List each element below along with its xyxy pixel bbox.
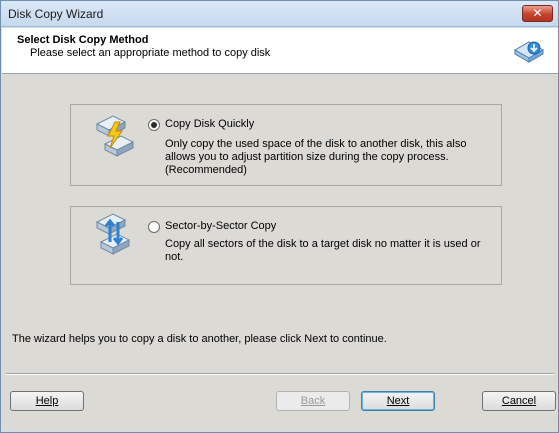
cancel-button-label: Cancel — [501, 395, 537, 407]
option-sector-by-sector[interactable]: Sector-by-Sector Copy Copy all sectors o… — [70, 206, 502, 285]
window-title: Disk Copy Wizard — [8, 7, 104, 21]
copy-quickly-description: Only copy the used space of the disk to … — [165, 138, 467, 176]
copy-quickly-label[interactable]: Copy Disk Quickly — [165, 118, 254, 130]
sector-copy-radio[interactable] — [148, 221, 160, 233]
footer-divider — [6, 373, 554, 375]
help-button[interactable]: Help — [10, 391, 84, 411]
next-button[interactable]: Next — [361, 391, 435, 411]
sector-copy-description: Copy all sectors of the disk to a target… — [165, 238, 481, 263]
cancel-button[interactable]: Cancel — [482, 391, 556, 411]
page-title: Select Disk Copy Method — [17, 34, 149, 46]
close-button[interactable]: ✕ — [522, 5, 553, 22]
wizard-header: Select Disk Copy Method Please select an… — [2, 28, 558, 74]
wizard-content: Copy Disk Quickly Only copy the used spa… — [2, 75, 558, 431]
back-button[interactable]: Back — [276, 391, 350, 411]
copy-quickly-radio[interactable] — [148, 119, 160, 131]
wizard-info-text: The wizard helps you to copy a disk to a… — [12, 333, 387, 345]
sector-copy-icon — [95, 213, 131, 255]
disk-copy-wizard-window: Disk Copy Wizard ✕ Select Disk Copy Meth… — [0, 0, 559, 433]
help-button-label: Help — [35, 395, 59, 407]
next-button-label: Next — [386, 395, 410, 407]
back-button-label: Back — [300, 395, 326, 407]
disk-copy-icon — [513, 41, 545, 63]
quick-copy-icon — [95, 115, 135, 157]
sector-copy-label[interactable]: Sector-by-Sector Copy — [165, 220, 276, 232]
title-bar[interactable]: Disk Copy Wizard ✕ — [1, 1, 558, 27]
close-icon: ✕ — [532, 6, 543, 20]
page-subtitle: Please select an appropriate method to c… — [30, 47, 271, 59]
option-copy-disk-quickly[interactable]: Copy Disk Quickly Only copy the used spa… — [70, 104, 502, 186]
